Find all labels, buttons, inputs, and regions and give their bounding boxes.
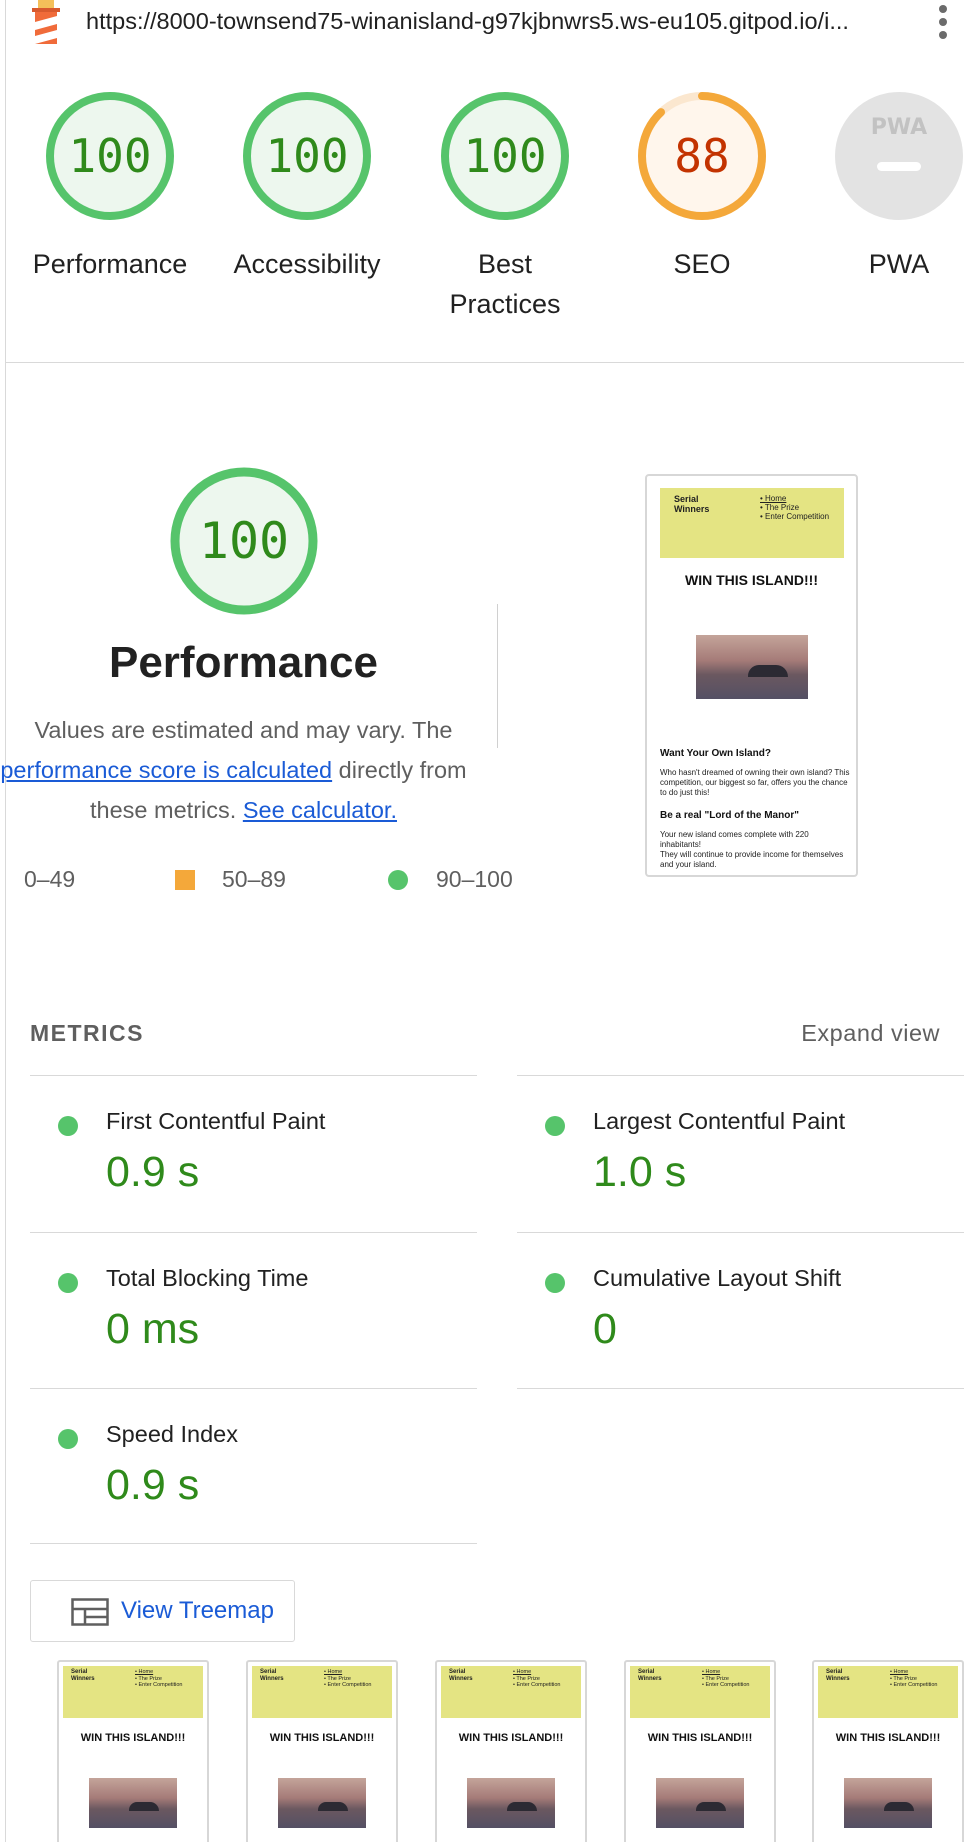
metric-name: Total Blocking Time	[106, 1265, 309, 1291]
island-image	[696, 635, 808, 699]
gauge-accessibility[interactable]: 100 Accessibility	[210, 90, 404, 284]
view-treemap-button[interactable]: View Treemap	[30, 1580, 295, 1642]
lighthouse-icon	[32, 0, 60, 44]
legend-average-marker	[175, 870, 195, 890]
url-bar[interactable]: https://8000-townsend75-winanisland-g97k…	[86, 8, 849, 35]
browser-toolbar: https://8000-townsend75-winanisland-g97k…	[0, 0, 964, 44]
desc-text: these metrics.	[90, 797, 237, 823]
gauge-seo[interactable]: 88 SEO	[605, 90, 799, 284]
page-screenshot[interactable]: SerialWinners Home The Prize Enter Compe…	[645, 474, 858, 877]
metrics-title: METRICS	[30, 1020, 144, 1046]
performance-description: Values are estimated and may vary. The p…	[0, 710, 487, 830]
filmstrip-frame: SerialWinnersHomeThe PrizeEnter Competit…	[57, 1660, 209, 1842]
desc-text: Values are estimated and may vary. The	[34, 717, 453, 743]
metrics-header: METRICS Expand view	[30, 1018, 940, 1054]
metric-name: Speed Index	[106, 1421, 238, 1447]
metric-divider	[30, 1543, 477, 1544]
score-ring-icon: 100	[243, 92, 371, 220]
vertical-separator	[497, 604, 498, 748]
score-ring-icon: 100	[441, 92, 569, 220]
score-calculation-link[interactable]: performance score is calculated	[0, 757, 332, 783]
score-ring-icon: 100	[46, 92, 174, 220]
gauge-score: 100	[265, 129, 348, 183]
metric-value: 0.9 s	[106, 1461, 200, 1509]
gauge-score: 100	[463, 129, 546, 183]
metric-value: 0.9 s	[106, 1148, 200, 1196]
preview-paragraph: Who hasn't dreamed of owning their own i…	[660, 768, 850, 797]
gauge-label: SEO	[673, 249, 731, 279]
metric-total-blocking-time: Total Blocking Time 0 ms	[30, 1233, 470, 1383]
metric-cumulative-layout-shift: Cumulative Layout Shift 0	[517, 1233, 957, 1383]
metric-largest-contentful-paint: Largest Contentful Paint 1.0 s	[517, 1076, 957, 1226]
expand-view-toggle[interactable]: Expand view	[801, 1020, 940, 1047]
gauge-pwa[interactable]: PWA PWA	[802, 90, 964, 284]
gauge-label: PWA	[868, 249, 930, 279]
performance-score-gauge: 100	[170, 467, 318, 615]
legend-pass-marker	[388, 870, 408, 890]
pass-indicator-icon	[58, 1273, 78, 1293]
more-options-icon[interactable]	[936, 2, 950, 42]
performance-score: 100	[199, 512, 289, 570]
preview-heading: WIN THIS ISLAND!!!	[685, 572, 818, 588]
preview-section-title: Want Your Own Island?	[660, 748, 771, 759]
metric-name: First Contentful Paint	[106, 1108, 326, 1134]
filmstrip-frame: SerialWinnersHomeThe PrizeEnter Competit…	[246, 1660, 398, 1842]
metric-value: 1.0 s	[593, 1148, 687, 1196]
gauge-performance[interactable]: 100 Performance	[13, 90, 207, 284]
legend-fail-label: 0–49	[24, 866, 76, 892]
metric-speed-index: Speed Index 0.9 s	[30, 1389, 470, 1539]
filmstrip-frame: SerialWinnersHomeThe PrizeEnter Competit…	[812, 1660, 964, 1842]
preview-section-title: Be a real "Lord of the Manor"	[660, 810, 799, 821]
gauge-label: Best Practices	[449, 249, 561, 319]
score-ring-icon: 88	[638, 92, 766, 220]
desc-text: directly from	[338, 757, 467, 783]
metric-divider	[517, 1388, 964, 1389]
view-treemap-label: View Treemap	[121, 1597, 274, 1624]
gauge-label: Accessibility	[233, 249, 381, 279]
filmstrip-frame: SerialWinnersHomeThe PrizeEnter Competit…	[435, 1660, 587, 1842]
performance-title: Performance	[108, 638, 378, 687]
gauge-label: Performance	[32, 249, 188, 279]
metric-name: Largest Contentful Paint	[593, 1108, 846, 1134]
pass-indicator-icon	[545, 1116, 565, 1136]
pass-indicator-icon	[545, 1273, 565, 1293]
treemap-icon	[71, 1598, 109, 1626]
metric-first-contentful-paint: First Contentful Paint 0.9 s	[30, 1076, 470, 1226]
svg-text:PWA: PWA	[871, 115, 927, 140]
gauge-best-practices[interactable]: 100 Best Practices	[408, 90, 602, 324]
pass-indicator-icon	[58, 1116, 78, 1136]
see-calculator-link[interactable]: See calculator.	[243, 797, 397, 823]
preview-header: SerialWinners Home The Prize Enter Compe…	[660, 488, 844, 558]
pwa-badge-icon: PWA	[835, 92, 963, 220]
metric-value: 0 ms	[106, 1305, 200, 1353]
pass-indicator-icon	[58, 1429, 78, 1449]
gauge-score: 88	[674, 129, 729, 183]
score-legend: 0–49 50–89 90–100	[0, 862, 540, 898]
metric-name: Cumulative Layout Shift	[593, 1265, 842, 1291]
metric-value: 0	[593, 1305, 617, 1353]
preview-paragraph: Your new island comes complete with 220 …	[660, 830, 844, 869]
gauge-score: 100	[68, 129, 151, 183]
legend-pass-label: 90–100	[436, 866, 513, 892]
legend-average-label: 50–89	[222, 866, 286, 892]
section-divider	[6, 362, 964, 363]
category-gauges: 100 Performance 100 Accessibility 100 Be…	[0, 90, 964, 320]
filmstrip-frame: SerialWinnersHomeThe PrizeEnter Competit…	[624, 1660, 776, 1842]
